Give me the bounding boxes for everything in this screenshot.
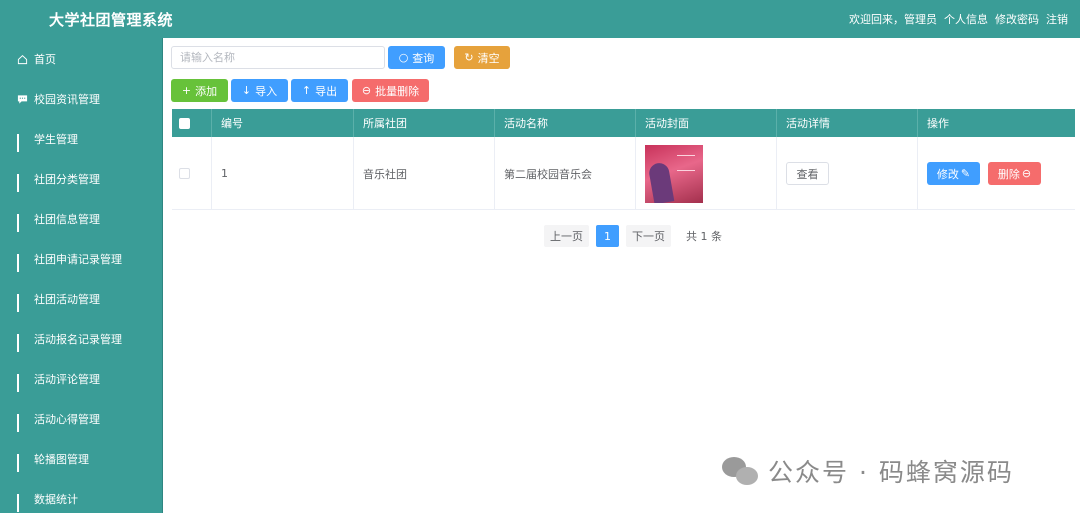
cover-cell <box>636 137 777 210</box>
sidebar-item-label: 社团分类管理 <box>34 173 100 186</box>
home-icon <box>17 54 28 65</box>
column-header: 操作 <box>927 117 949 130</box>
grid-icon <box>17 374 27 392</box>
minus-circle-icon: ⊖ <box>361 84 372 97</box>
sidebar-item-club-category[interactable]: 社团分类管理 <box>0 159 163 199</box>
query-button[interactable]: ○ 查询 <box>388 46 445 69</box>
import-button[interactable]: ↓ 导入 <box>231 79 288 102</box>
column-header: 活动封面 <box>636 109 777 137</box>
refresh-icon: ↻ <box>464 51 474 64</box>
grid-icon <box>17 134 27 152</box>
sidebar-item-label: 校园资讯管理 <box>34 93 100 106</box>
activity-cover-image[interactable] <box>645 144 703 203</box>
sidebar-item-label: 社团活动管理 <box>34 293 100 306</box>
pagination: 上一页 1 下一页 共 1 条 <box>544 225 722 247</box>
total-count: 共 1 条 <box>686 230 722 243</box>
grid-icon <box>17 254 27 272</box>
wechat-icon <box>722 455 760 487</box>
sidebar-item-label: 活动报名记录管理 <box>34 333 122 346</box>
batch-delete-button[interactable]: ⊖ 批量删除 <box>352 79 429 102</box>
sidebar-item-carousel[interactable]: 轮播图管理 <box>0 439 163 479</box>
search-icon: ○ <box>398 51 409 64</box>
column-header: 活动详情 <box>777 109 918 137</box>
table-row: 1 音乐社团 第二届校园音乐会 查看 修改 ✎ 删除 ⊖ <box>172 137 1075 210</box>
arrow-up-icon: ↑ <box>301 84 312 97</box>
search-input[interactable] <box>171 46 385 69</box>
edit-button[interactable]: 修改 ✎ <box>927 162 980 185</box>
clear-button[interactable]: ↻ 清空 <box>454 46 510 69</box>
plus-icon: + <box>181 84 192 97</box>
sidebar-item-activity-experience[interactable]: 活动心得管理 <box>0 399 163 439</box>
id-cell: 1 <box>212 137 354 210</box>
sidebar-item-label: 活动评论管理 <box>34 373 100 386</box>
sidebar-item-label: 首页 <box>34 53 56 66</box>
table-body: 1 音乐社团 第二届校园音乐会 查看 修改 ✎ 删除 ⊖ <box>172 137 1075 210</box>
column-header: 所属社团 <box>354 109 495 137</box>
sidebar: 首页 校园资讯管理 学生管理 社团分类管理 社团信息管理 社团申请记录管理 社团… <box>0 38 163 513</box>
grid-icon <box>17 454 27 472</box>
grid-icon <box>17 494 27 512</box>
sidebar-item-label: 社团信息管理 <box>34 213 100 226</box>
grid-icon <box>17 214 27 232</box>
header-actions: 欢迎回来，管理员 个人信息 修改密码 注销 <box>849 11 1068 27</box>
detail-cell: 查看 <box>777 137 918 210</box>
grid-icon <box>17 174 27 192</box>
sidebar-item-activity-signup[interactable]: 活动报名记录管理 <box>0 319 163 359</box>
page-number-current[interactable]: 1 <box>596 225 619 247</box>
row-checkbox[interactable] <box>179 168 190 179</box>
row-select-cell <box>172 137 212 210</box>
grid-icon <box>17 334 27 352</box>
sidebar-item-home[interactable]: 首页 <box>0 39 163 79</box>
table-header: 编号 所属社团 活动名称 活动封面 活动详情 操作 <box>172 109 1075 137</box>
prev-page-button[interactable]: 上一页 <box>544 225 589 247</box>
column-header: 活动名称 <box>495 109 636 137</box>
grid-icon <box>17 414 27 432</box>
sidebar-item-club-activity[interactable]: 社团活动管理 <box>0 279 163 319</box>
logout-link[interactable]: 注销 <box>1046 11 1068 27</box>
select-all-checkbox[interactable] <box>179 117 190 129</box>
column-header: 编号 <box>212 109 354 137</box>
sidebar-item-statistics[interactable]: 数据统计 <box>0 479 163 519</box>
arrow-down-icon: ↓ <box>241 84 252 97</box>
activity-name-cell: 第二届校园音乐会 <box>495 137 636 210</box>
sidebar-item-club-info[interactable]: 社团信息管理 <box>0 199 163 239</box>
export-button[interactable]: ↑ 导出 <box>291 79 348 102</box>
welcome-text: 欢迎回来，管理员 <box>849 13 937 26</box>
grid-icon <box>17 294 27 312</box>
sidebar-item-label: 活动心得管理 <box>34 413 100 426</box>
change-password-link[interactable]: 修改密码 <box>995 11 1039 27</box>
sidebar-item-news[interactable]: 校园资讯管理 <box>0 79 163 119</box>
chat-icon <box>17 94 28 104</box>
actions-cell: 修改 ✎ 删除 ⊖ <box>918 137 1075 210</box>
delete-button[interactable]: 删除 ⊖ <box>988 162 1041 185</box>
view-button[interactable]: 查看 <box>786 162 829 185</box>
profile-link[interactable]: 个人信息 <box>944 11 988 27</box>
sidebar-item-students[interactable]: 学生管理 <box>0 119 163 159</box>
sidebar-item-activity-comment[interactable]: 活动评论管理 <box>0 359 163 399</box>
add-button[interactable]: + 添加 <box>171 79 228 102</box>
next-page-button[interactable]: 下一页 <box>626 225 671 247</box>
activity-table: 编号 所属社团 活动名称 活动封面 活动详情 操作 1 音乐社团 第二届校园音乐… <box>172 109 1075 210</box>
select-all-cell <box>172 109 212 137</box>
app-title: 大学社团管理系统 <box>49 11 174 29</box>
sidebar-item-label: 学生管理 <box>34 133 78 146</box>
sidebar-item-club-application[interactable]: 社团申请记录管理 <box>0 239 163 279</box>
club-cell: 音乐社团 <box>354 137 495 210</box>
sidebar-item-label: 数据统计 <box>34 493 78 506</box>
sidebar-item-label: 轮播图管理 <box>34 453 89 466</box>
main-content: ○ 查询 ↻ 清空 + 添加 ↓ 导入 ↑ 导出 ⊖ 批量删除 编号 所属社团 … <box>163 38 1080 513</box>
minus-circle-icon: ⊖ <box>1021 167 1032 180</box>
edit-icon: ✎ <box>960 167 971 180</box>
sidebar-item-label: 社团申请记录管理 <box>34 253 122 266</box>
watermark: 公众号 · 码蜂窝源码 <box>722 453 1014 489</box>
watermark-text: 公众号 · 码蜂窝源码 <box>768 458 1014 487</box>
top-header: 大学社团管理系统 欢迎回来，管理员 个人信息 修改密码 注销 <box>0 0 1080 38</box>
